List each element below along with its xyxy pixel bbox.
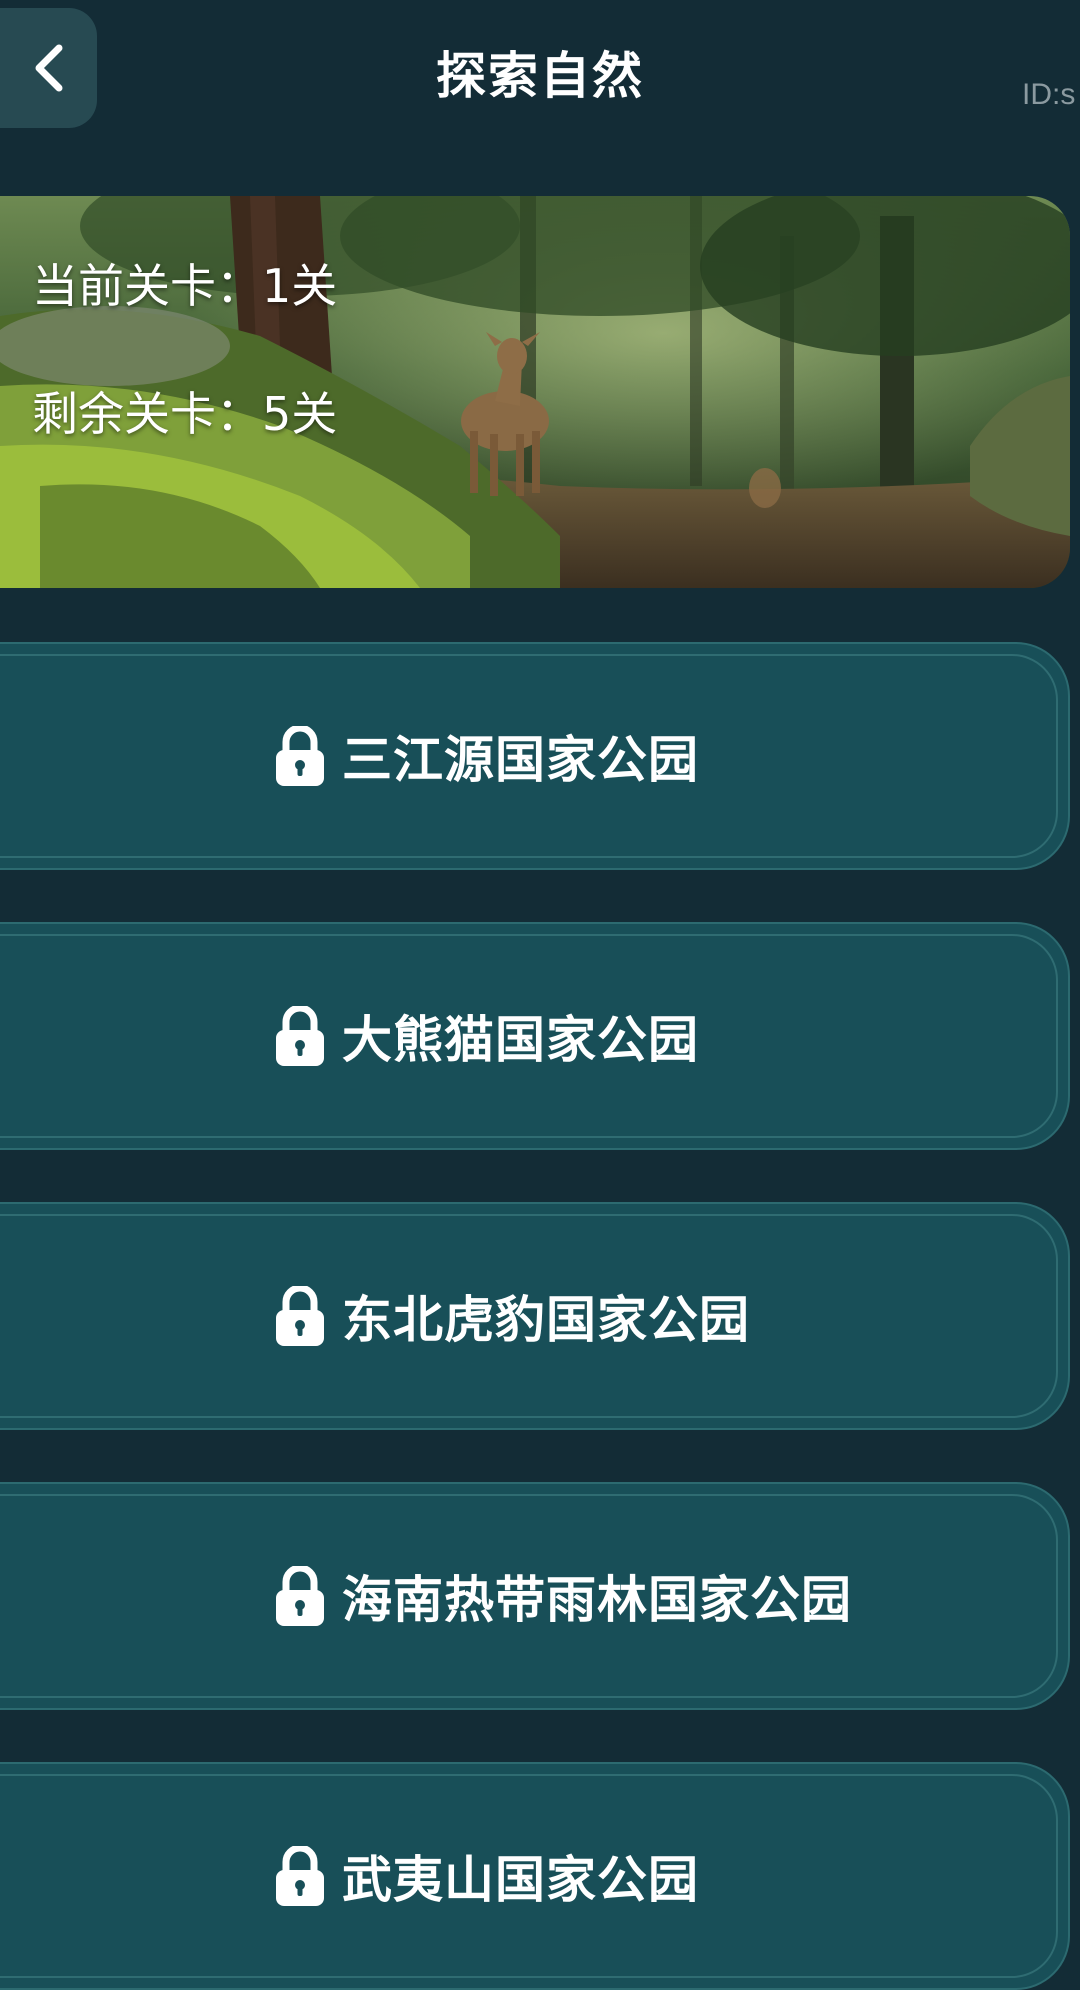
lock-icon (276, 1566, 324, 1626)
level-progress-banner: 当前关卡：1关 剩余关卡：5关 (0, 196, 1070, 588)
level-name: 东北虎豹国家公园 (342, 1291, 750, 1349)
page-title: 探索自然 (436, 47, 644, 105)
level-name: 大熊猫国家公园 (342, 1011, 699, 1069)
header-bar: 探索自然 ID:s (0, 0, 1080, 150)
level-card-northeast-tiger-leopard[interactable]: 东北虎豹国家公园 (0, 1202, 1070, 1430)
level-name: 海南热带雨林国家公园 (342, 1571, 852, 1629)
level-card-content: 东北虎豹国家公园 (274, 1204, 750, 1428)
level-card-sanjiangyuan[interactable]: 三江源国家公园 (0, 642, 1070, 870)
remaining-levels-text: 剩余关卡：5关 (32, 387, 338, 441)
user-id-label: ID:s (1022, 78, 1076, 111)
level-card-content: 武夷山国家公园 (274, 1764, 699, 1988)
lock-icon (276, 1006, 324, 1066)
lock-icon (276, 1286, 324, 1346)
lock-icon (276, 726, 324, 786)
level-name: 武夷山国家公园 (342, 1851, 699, 1909)
lock-icon (276, 1846, 324, 1906)
level-card-content: 大熊猫国家公园 (274, 924, 699, 1148)
level-name: 三江源国家公园 (342, 731, 699, 789)
level-card-content: 三江源国家公园 (274, 644, 699, 868)
level-card-wuyishan[interactable]: 武夷山国家公园 (0, 1762, 1070, 1990)
level-card-hainan-rainforest[interactable]: 海南热带雨林国家公园 (0, 1482, 1070, 1710)
level-card-content: 海南热带雨林国家公园 (274, 1484, 852, 1708)
level-card-giant-panda[interactable]: 大熊猫国家公园 (0, 922, 1070, 1150)
current-level-text: 当前关卡：1关 (32, 259, 338, 313)
